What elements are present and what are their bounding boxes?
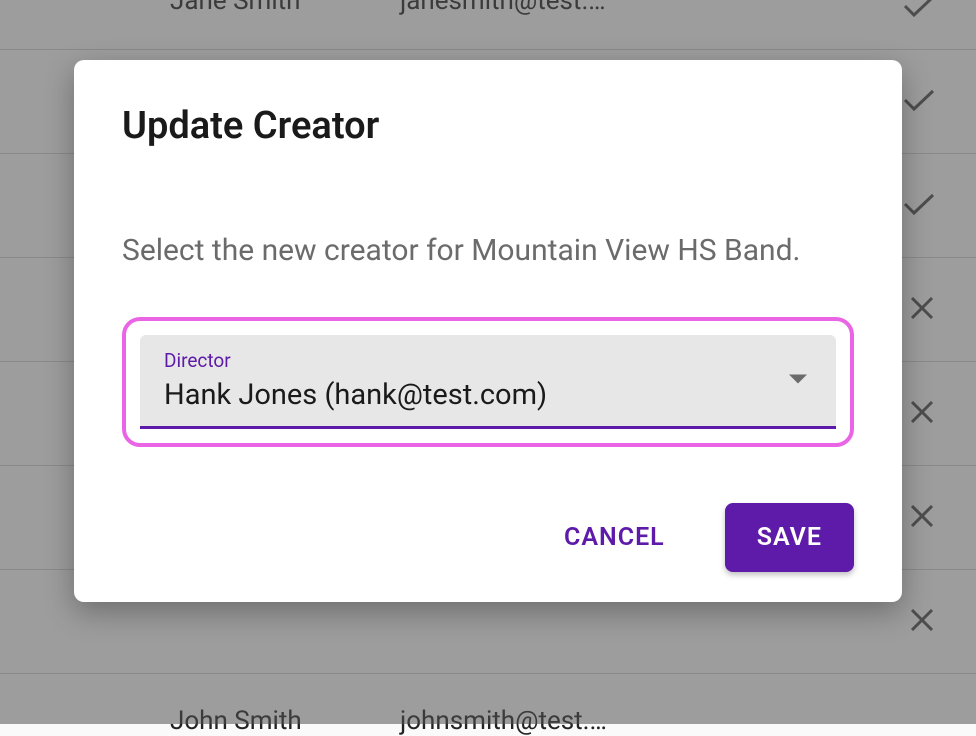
modal-overlay[interactable]: Update Creator Select the new creator fo… bbox=[0, 0, 976, 724]
select-value: Hank Jones (hank@test.com) bbox=[164, 378, 812, 412]
cancel-button[interactable]: CANCEL bbox=[532, 503, 697, 572]
select-label: Director bbox=[164, 349, 812, 372]
dialog-description: Select the new creator for Mountain View… bbox=[122, 228, 854, 275]
select-highlight-ring: Director Hank Jones (hank@test.com) bbox=[122, 317, 854, 447]
save-button[interactable]: SAVE bbox=[725, 503, 854, 572]
update-creator-dialog: Update Creator Select the new creator fo… bbox=[74, 60, 902, 602]
director-select[interactable]: Director Hank Jones (hank@test.com) bbox=[140, 335, 836, 429]
caret-down-icon bbox=[788, 371, 808, 390]
dialog-title: Update Creator bbox=[122, 104, 854, 148]
dialog-actions: CANCEL SAVE bbox=[122, 503, 854, 572]
